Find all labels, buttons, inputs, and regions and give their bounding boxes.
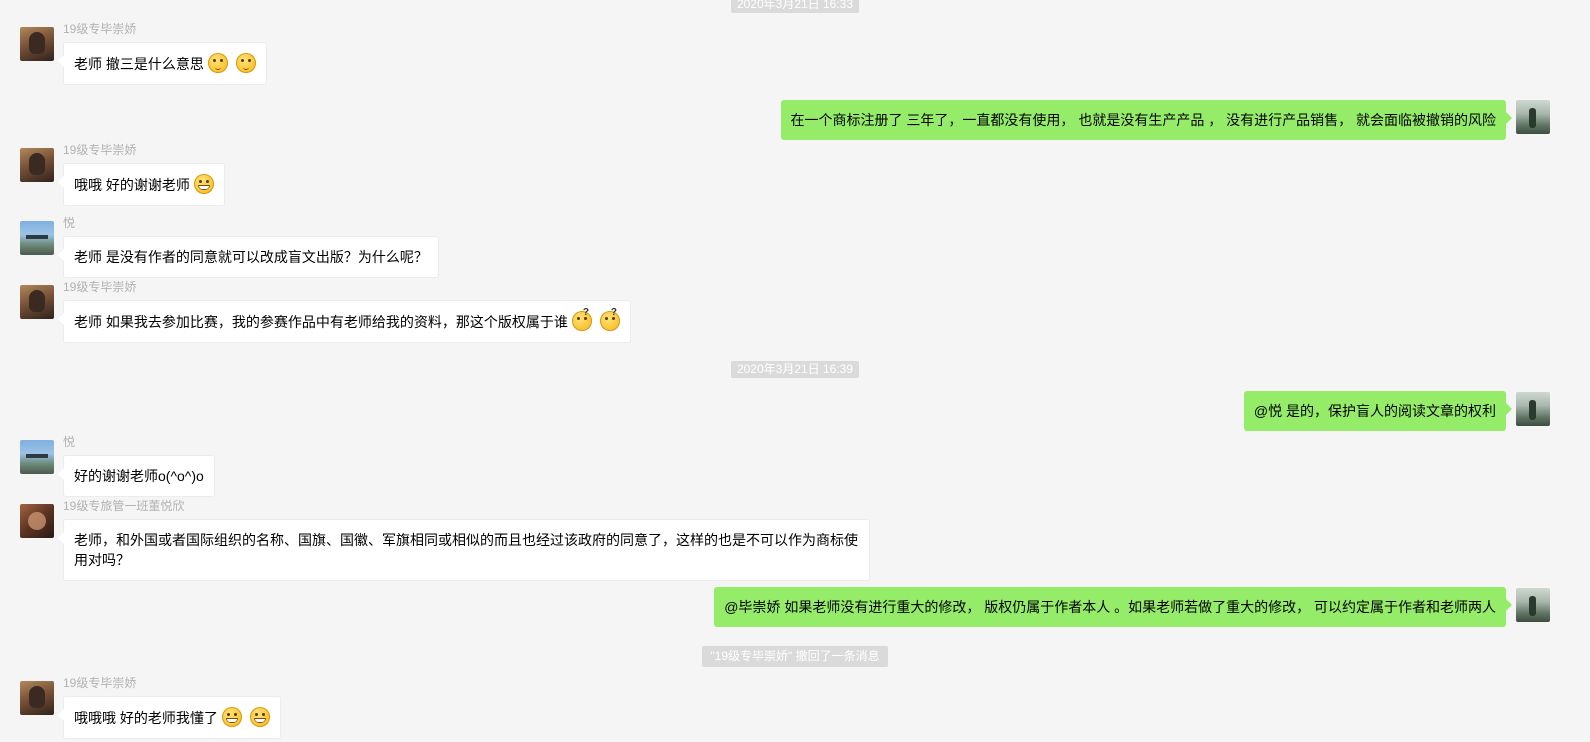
avatar[interactable] — [20, 27, 54, 61]
timestamp: 2020年3月21日 16:39 — [0, 361, 1590, 378]
timestamp: 2020年3月21日 16:33 — [0, 0, 1590, 13]
message-text: 老师 如果我去参加比赛，我的参赛作品中有老师给我的资料，那这个版权属于谁 — [74, 314, 568, 330]
message-text: 哦哦 好的谢谢老师 — [74, 177, 190, 193]
message-bubble[interactable]: 好的谢谢老师o(^o^)o — [58, 455, 215, 497]
message-text: @毕崇娇 如果老师没有进行重大的修改， 版权仍属于作者本人 。如果老师若做了重大… — [724, 599, 1496, 615]
blush-face-icon — [235, 53, 256, 73]
message-text: 老师 撤三是什么意思 — [74, 56, 204, 72]
dizzy-face-icon — [599, 303, 620, 331]
avatar[interactable] — [20, 221, 54, 255]
message-text: 老师，和外国或者国际组织的名称、国旗、国徽、军旗相同或相似的而且也经过该政府的同… — [74, 532, 858, 568]
sender-name: 19级专毕崇娇 — [63, 280, 137, 294]
avatar[interactable] — [1516, 392, 1550, 426]
sender-name: 19级专毕崇娇 — [63, 22, 137, 36]
grin-face-icon — [221, 707, 242, 727]
message-text: 老师 是没有作者的同意就可以改成盲文出版？为什么呢？ — [74, 249, 428, 265]
sender-name: 悦 — [63, 216, 76, 230]
message-bubble[interactable]: @悦 是的，保护盲人的阅读文章的权利 — [1243, 391, 1513, 431]
message-bubble[interactable]: 在一个商标注册了 三年了，一直都没有使用， 也就是没有生产产品 ， 没有进行产品… — [780, 100, 1513, 140]
avatar[interactable] — [20, 504, 54, 538]
message-text: @悦 是的，保护盲人的阅读文章的权利 — [1253, 403, 1496, 419]
message-bubble[interactable]: 哦哦哦 好的老师我懂了 — [58, 696, 281, 739]
message-bubble[interactable]: @毕崇娇 如果老师没有进行重大的修改， 版权仍属于作者本人 。如果老师若做了重大… — [714, 587, 1512, 627]
message-bubble[interactable]: 老师 撤三是什么意思 — [58, 42, 267, 85]
chat-window: 2020年3月21日 16:33 19级专毕崇娇 老师 撤三是什么意思 在一个商… — [0, 0, 1590, 742]
avatar[interactable] — [1516, 100, 1550, 134]
blush-face-icon — [207, 53, 228, 73]
avatar[interactable] — [20, 681, 54, 715]
avatar[interactable] — [1516, 588, 1550, 622]
message-bubble[interactable]: 老师 如果我去参加比赛，我的参赛作品中有老师给我的资料，那这个版权属于谁 — [58, 300, 631, 343]
dizzy-face-icon — [571, 303, 592, 331]
grin-face-icon — [193, 174, 214, 194]
message-text: 哦哦哦 好的老师我懂了 — [74, 710, 218, 726]
message-bubble[interactable]: 哦哦 好的谢谢老师 — [58, 163, 225, 206]
grin-face-icon — [249, 707, 270, 727]
avatar[interactable] — [20, 285, 54, 319]
avatar[interactable] — [20, 148, 54, 182]
message-text: 好的谢谢老师o(^o^)o — [74, 468, 204, 484]
message-bubble[interactable]: 老师，和外国或者国际组织的名称、国旗、国徽、军旗相同或相似的而且也经过该政府的同… — [58, 519, 870, 581]
sender-name: 19级专旅管一班董悦欣 — [63, 499, 185, 513]
sender-name: 19级专毕崇娇 — [63, 676, 137, 690]
avatar[interactable] — [20, 440, 54, 474]
recall-notice: "19级专毕崇娇" 撤回了一条消息 — [0, 646, 1590, 667]
message-bubble[interactable]: 老师 是没有作者的同意就可以改成盲文出版？为什么呢？ — [58, 236, 439, 278]
message-text: 在一个商标注册了 三年了，一直都没有使用， 也就是没有生产产品 ， 没有进行产品… — [790, 112, 1496, 128]
sender-name: 19级专毕崇娇 — [63, 143, 137, 157]
sender-name: 悦 — [63, 435, 76, 449]
